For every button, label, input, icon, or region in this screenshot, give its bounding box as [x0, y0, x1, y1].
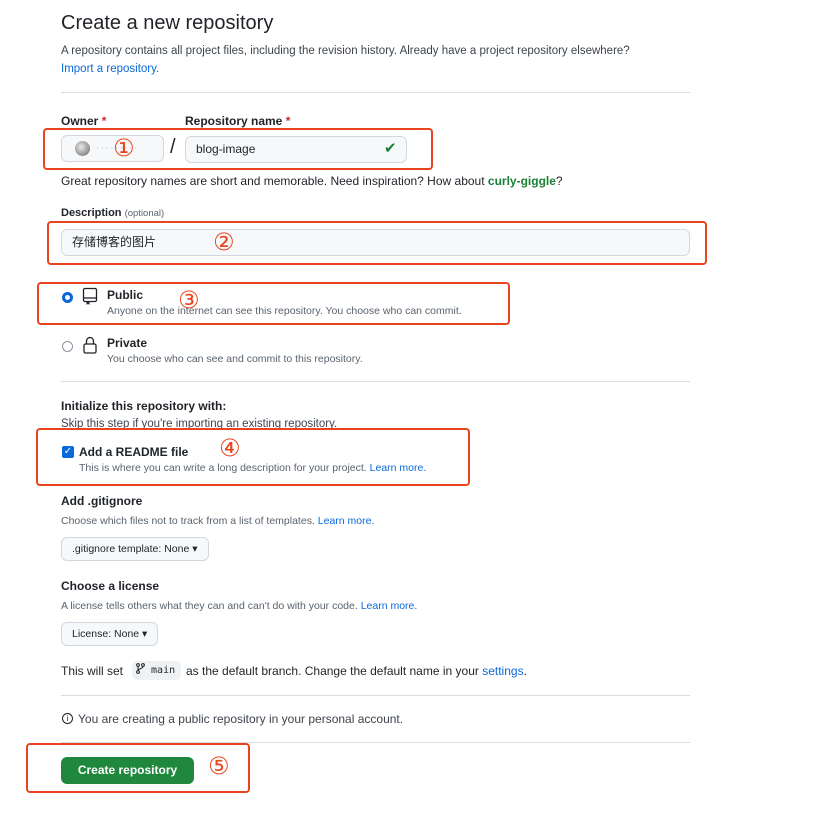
branch-suffix: .	[523, 664, 527, 678]
branch-description: as the default branch. Change the defaul…	[186, 664, 527, 678]
repo-name-hint: Great repository names are short and mem…	[61, 174, 563, 188]
required-mark: *	[285, 114, 291, 128]
hint-suffix: ?	[555, 174, 563, 188]
required-mark: *	[101, 114, 107, 128]
annotation-number-5: ⑤	[208, 752, 230, 780]
gitignore-template-select[interactable]: .gitignore template: None ▾	[61, 537, 209, 561]
gitignore-desc-text: Choose which files not to track from a l…	[61, 515, 315, 527]
license-learn-more-link[interactable]: Learn more.	[361, 600, 418, 612]
annotation-number-3: ③	[178, 286, 200, 314]
init-heading: Initialize this repository with:	[61, 399, 227, 413]
import-repository-link[interactable]: Import a repository.	[61, 63, 159, 75]
annotation-number-1: ①	[113, 134, 135, 162]
license-desc-text: A license tells others what they can and…	[61, 600, 358, 612]
page-intro: A repository contains all project files,…	[61, 42, 661, 78]
annotation-box-3	[37, 282, 510, 325]
hint-text: Great repository names are short and mem…	[61, 174, 485, 188]
description-label-text: Description	[61, 207, 122, 219]
divider	[61, 92, 690, 93]
annotation-box-4	[36, 428, 470, 486]
annotation-box-2	[47, 221, 707, 265]
branch-name: main	[151, 665, 176, 676]
default-branch-code: main	[132, 661, 181, 680]
private-label: Private	[107, 336, 148, 350]
owner-label: Owner *	[61, 114, 106, 128]
repo-name-label: Repository name *	[185, 114, 290, 128]
license-description: A license tells others what they can and…	[61, 600, 417, 612]
public-notice: You are creating a public repository in …	[78, 712, 404, 726]
annotation-box-1	[43, 128, 433, 170]
branch-prefix: This will set	[61, 664, 124, 678]
description-label: Description (optional)	[61, 207, 164, 219]
page-title: Create a new repository	[61, 12, 274, 34]
optional-note: (optional)	[124, 208, 165, 219]
divider	[61, 695, 690, 696]
gitignore-heading: Add .gitignore	[61, 494, 143, 508]
license-heading: Choose a license	[61, 579, 160, 593]
gitignore-learn-more-link[interactable]: Learn more.	[318, 515, 375, 527]
branch-middle-text: as the default branch. Change the defaul…	[186, 664, 479, 678]
info-icon: i	[62, 713, 73, 724]
settings-link[interactable]: settings	[482, 664, 523, 678]
divider	[61, 381, 690, 382]
annotation-number-4: ④	[219, 434, 241, 462]
private-description: You choose who can see and commit to thi…	[107, 353, 363, 365]
lock-icon	[83, 336, 97, 354]
intro-text: A repository contains all project files,…	[61, 45, 630, 57]
license-select[interactable]: License: None ▾	[61, 622, 159, 646]
owner-label-text: Owner	[61, 114, 99, 128]
suggestion-link[interactable]: curly-giggle	[488, 174, 556, 188]
repo-name-label-text: Repository name	[185, 114, 283, 128]
git-branch-icon	[136, 663, 145, 674]
annotation-number-2: ②	[213, 228, 235, 256]
private-radio[interactable]	[62, 341, 73, 352]
gitignore-description: Choose which files not to track from a l…	[61, 515, 374, 527]
